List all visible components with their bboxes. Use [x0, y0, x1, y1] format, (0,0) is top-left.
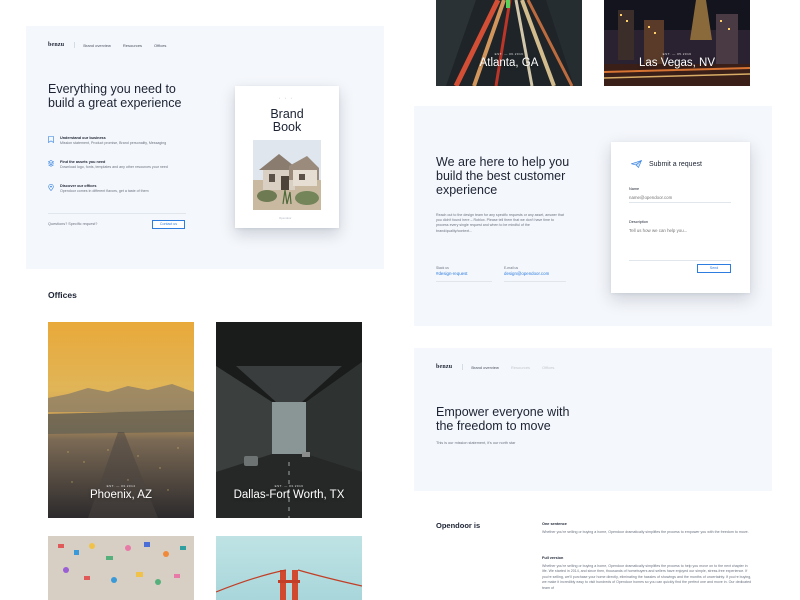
- book-title-line: Book: [272, 120, 302, 134]
- office-card-beach[interactable]: [48, 536, 194, 600]
- offices-heading: Offices: [48, 290, 77, 300]
- divider: [436, 281, 492, 282]
- name-label: Name: [629, 187, 640, 191]
- office-card-atlanta[interactable]: EST. — 06.2016 Atlanta, GA: [436, 0, 582, 86]
- nav-divider: [74, 42, 76, 48]
- location-pin-icon: [48, 184, 54, 191]
- one-sentence-label: One sentence: [542, 522, 567, 526]
- questions-text: Questions? Specific request?: [48, 222, 98, 226]
- top-nav: benzu Brand overview Resources Offices: [48, 42, 178, 48]
- office-card-las-vegas[interactable]: EST. — 05.2016 Las Vegas, NV: [604, 0, 750, 86]
- send-button[interactable]: Send: [697, 264, 731, 273]
- layers-icon: [48, 160, 54, 167]
- form-header: Submit a request: [631, 160, 702, 168]
- office-card-dallas[interactable]: EST. — 03.2016 Dallas-Fort Worth, TX: [216, 322, 362, 518]
- golden-gate-photo: [216, 536, 362, 600]
- office-established-date: EST. — 03.2016: [274, 484, 304, 488]
- logo[interactable]: benzu: [48, 42, 64, 48]
- email-label: E-mail us: [504, 266, 519, 270]
- office-card-golden-gate[interactable]: [216, 536, 362, 600]
- bookmark-icon: [48, 136, 54, 143]
- logo[interactable]: benzu: [436, 364, 452, 370]
- feature-item[interactable]: Understand our business Mission statemen…: [48, 136, 166, 146]
- feature-item[interactable]: Discover our offices Opendoor comes in d…: [48, 184, 149, 194]
- slack-label: Slack us: [436, 266, 449, 270]
- las-vegas-photo: [604, 0, 750, 86]
- page-title: Everything you need to build a great exp…: [48, 82, 182, 110]
- full-version-label: Full version: [542, 556, 564, 560]
- feature-description: Opendoor comes in different flavors, get…: [60, 189, 149, 193]
- feature-item[interactable]: Find the assets you need Download logo, …: [48, 160, 168, 170]
- full-version-text: Whether you're selling or buying a home,…: [542, 564, 752, 590]
- nav-link-offices[interactable]: Offices: [542, 365, 554, 370]
- email-link[interactable]: design@opendoor.com: [504, 271, 549, 276]
- opendoor-heading: Opendoor is: [436, 521, 481, 530]
- nav-link-brand-overview[interactable]: Brand overview: [471, 365, 499, 370]
- nav-divider: [462, 364, 464, 370]
- beach-photo: [48, 536, 194, 600]
- nav-link-resources[interactable]: Resources: [511, 365, 530, 370]
- contact-us-button[interactable]: Contact us: [152, 220, 185, 229]
- office-established-date: EST. — 05.2016: [662, 52, 692, 56]
- help-body: Reach out to the design team for any spe…: [436, 213, 564, 233]
- nav-link-brand-overview[interactable]: Brand overview: [83, 43, 111, 48]
- help-title: We are here to help you build the best c…: [436, 155, 570, 197]
- mission-subtitle: This is our mission statement, it's our …: [436, 441, 516, 445]
- office-established-date: EST. — 03.2014: [106, 484, 136, 488]
- name-field[interactable]: [629, 195, 731, 203]
- book-dots: • • •: [279, 96, 294, 100]
- book-footer: Opendoor: [279, 216, 292, 220]
- office-city-name: Phoenix, AZ: [89, 489, 152, 501]
- book-title: Brand Book: [235, 108, 339, 134]
- office-city-name: Las Vegas, NV: [638, 57, 716, 69]
- atlanta-photo: [436, 0, 582, 86]
- paper-plane-icon: [631, 160, 642, 168]
- nav-link-offices[interactable]: Offices: [154, 43, 166, 48]
- mission-card: benzu Brand overview Resources Offices E…: [414, 348, 772, 491]
- divider: [48, 213, 186, 214]
- house-photo: [253, 140, 321, 210]
- feature-description: Download logo, fonts, templates and any …: [60, 165, 168, 169]
- brand-book-cover[interactable]: • • • Brand Book Opendoor: [235, 86, 339, 228]
- top-nav: benzu Brand overview Resources Offices: [436, 364, 566, 370]
- feature-description: Mission statement, Product promise, Bran…: [60, 141, 167, 145]
- one-sentence-text: Whether you're selling or buying a home,…: [542, 530, 749, 534]
- office-card-phoenix[interactable]: EST. — 03.2014 Phoenix, AZ: [48, 322, 194, 518]
- slack-channel-link[interactable]: #design-request: [436, 271, 468, 276]
- office-city-name: Dallas-Fort Worth, TX: [233, 489, 345, 501]
- office-city-name: Atlanta, GA: [479, 57, 539, 69]
- mission-title: Empower everyone with the freedom to mov…: [436, 405, 570, 433]
- request-form: Submit a request Name Description Send: [611, 142, 750, 293]
- nav-link-resources[interactable]: Resources: [123, 43, 142, 48]
- description-label: Description: [629, 220, 648, 224]
- brand-overview-card: benzu Brand overview Resources Offices E…: [26, 26, 384, 269]
- divider: [504, 281, 566, 282]
- form-title: Submit a request: [649, 160, 702, 168]
- office-established-date: EST. — 06.2016: [494, 52, 524, 56]
- help-card: We are here to help you build the best c…: [414, 106, 772, 326]
- description-field[interactable]: [629, 228, 731, 261]
